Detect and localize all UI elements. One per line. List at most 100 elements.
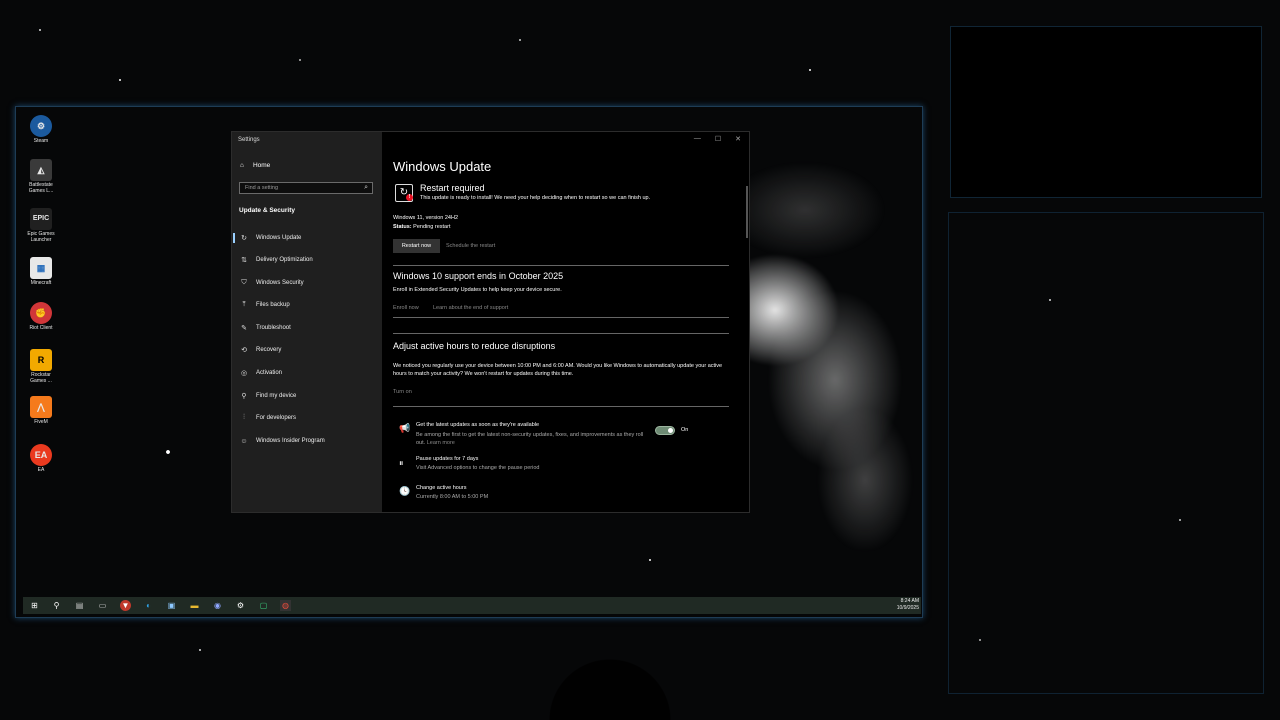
search-icon: ⌕ bbox=[364, 184, 368, 191]
desktop-icon-label: Steam bbox=[33, 138, 49, 144]
divider bbox=[393, 317, 729, 318]
shield-icon: ⛉ bbox=[241, 279, 247, 286]
file-explorer-pinned-icon[interactable]: ▭ bbox=[97, 600, 108, 611]
task-view-icon[interactable]: ▤ bbox=[74, 600, 85, 611]
desktop-icon-rockstar[interactable]: R Rockstar Games ... bbox=[24, 349, 58, 384]
desktop-icon-steam[interactable]: ⚙ Steam bbox=[24, 115, 58, 144]
sidebar-item-windows-insider[interactable]: ☺ Windows Insider Program bbox=[232, 433, 382, 449]
secondary-monitor-frame bbox=[948, 212, 1264, 694]
divider bbox=[393, 333, 729, 334]
minecraft-icon: ▦ bbox=[30, 257, 52, 279]
home-icon: ⌂ bbox=[240, 162, 244, 169]
latest-updates-toggle[interactable] bbox=[655, 426, 675, 435]
delivery-icon: ⇅ bbox=[241, 257, 247, 264]
change-active-hours-title[interactable]: Change active hours bbox=[416, 485, 466, 491]
sidebar-item-windows-security[interactable]: ⛉ Windows Security bbox=[232, 275, 382, 291]
divider bbox=[393, 265, 729, 266]
learn-end-support-link[interactable]: Learn about the end of support bbox=[433, 305, 508, 311]
sidebar-item-troubleshoot[interactable]: ✎ Troubleshoot bbox=[232, 320, 382, 336]
active-hours-description: We noticed you regularly use your device… bbox=[393, 363, 723, 377]
sidebar-item-recovery[interactable]: ⟲ Recovery bbox=[232, 342, 382, 358]
clock-date: 10/9/2025 bbox=[896, 605, 919, 611]
clock-time: 8:24 AM bbox=[900, 598, 919, 604]
epic-games-icon: EPIC bbox=[30, 208, 52, 230]
desktop-icon-riot[interactable]: ✊ Riot Client bbox=[24, 302, 58, 331]
desktop-icon-label: Riot Client bbox=[29, 325, 53, 331]
desktop-icon-label: EA bbox=[37, 467, 45, 473]
sidebar-item-label: Recovery bbox=[256, 347, 282, 353]
sidebar-item-for-developers[interactable]: ⫶ For developers bbox=[232, 410, 382, 426]
divider bbox=[393, 406, 729, 407]
enroll-now-link[interactable]: Enroll now bbox=[393, 305, 419, 311]
support-heading: Windows 10 support ends in October 2025 bbox=[393, 271, 564, 281]
sidebar-item-label: Windows Security bbox=[256, 280, 304, 286]
taskbar: ⊞ ⚲ ▤ ▭ ▼ ◐ ▣ ▬ ◉ ⚙ ▢ ◍ 8:24 AM 10/9/202… bbox=[23, 597, 921, 614]
desktop-icon-minecraft[interactable]: ▦ Minecraft bbox=[24, 257, 58, 286]
start-icon[interactable]: ⊞ bbox=[29, 600, 40, 611]
sidebar-item-label: For developers bbox=[256, 415, 297, 421]
desktop-icon-fivem[interactable]: ⋀ FiveM bbox=[24, 396, 58, 425]
section-title: Update & Security bbox=[239, 207, 295, 214]
change-active-hours-description: Currently 8:00 AM to 5:00 PM bbox=[416, 494, 489, 500]
active-hours-icon[interactable]: 🕓 bbox=[399, 486, 410, 497]
home-label: Home bbox=[252, 162, 271, 169]
megaphone-icon: 📢 bbox=[399, 423, 411, 433]
desktop-icon-label: Battlestate Games L... bbox=[28, 182, 54, 194]
wrench-icon: ✎ bbox=[241, 325, 247, 332]
search-icon[interactable]: ⚲ bbox=[51, 600, 62, 611]
active-app-icon[interactable]: ◍ bbox=[280, 600, 291, 611]
restart-description: This update is ready to install! We need… bbox=[420, 195, 651, 201]
desktop-icon-ea[interactable]: EA EA bbox=[24, 444, 58, 473]
latest-updates-title: Get the latest updates as soon as they'r… bbox=[416, 422, 540, 428]
page-title: Windows Update bbox=[393, 159, 492, 174]
secondary-monitor-preview bbox=[950, 26, 1262, 198]
active-indicator bbox=[233, 233, 235, 243]
sidebar-item-delivery-optimization[interactable]: ⇅ Delivery Optimization bbox=[232, 252, 382, 268]
search-placeholder: Find a setting bbox=[245, 185, 279, 191]
discord-icon[interactable]: ◉ bbox=[212, 600, 223, 611]
backup-icon: ⤒ bbox=[242, 301, 246, 308]
desktop-icon-battlestate[interactable]: ◭ Battlestate Games L... bbox=[24, 159, 58, 194]
scrollbar[interactable] bbox=[746, 186, 748, 238]
status-label: Status: bbox=[393, 224, 412, 230]
sidebar-item-label: Troubleshoot bbox=[256, 325, 291, 331]
desktop-icon-epic[interactable]: EPIC Epic Games Launcher bbox=[24, 208, 58, 243]
search-input[interactable]: Find a setting ⌕ bbox=[239, 182, 373, 194]
settings-icon[interactable]: ⚙ bbox=[235, 600, 246, 611]
sidebar-item-files-backup[interactable]: ⤒ Files backup bbox=[232, 297, 382, 313]
sidebar-item-windows-update[interactable]: ↻ Windows Update bbox=[232, 230, 382, 246]
clock[interactable]: 8:24 AM 10/9/2025 bbox=[897, 598, 919, 612]
schedule-restart-link[interactable]: Schedule the restart bbox=[446, 243, 495, 249]
edge-icon[interactable]: ◐ bbox=[143, 600, 154, 611]
sidebar-item-label: Windows Insider Program bbox=[256, 438, 325, 444]
ea-icon: EA bbox=[30, 444, 52, 466]
active-hours-heading: Adjust active hours to reduce disruption… bbox=[393, 341, 556, 351]
latest-updates-description: Be among the first to get the latest non… bbox=[416, 431, 652, 447]
sidebar-item-activation[interactable]: ◎ Activation bbox=[232, 365, 382, 381]
sidebar-item-label: Delivery Optimization bbox=[256, 257, 313, 263]
turn-on-link[interactable]: Turn on bbox=[393, 389, 412, 395]
restart-now-button[interactable]: Restart now bbox=[393, 239, 440, 253]
developer-icon: ⫶ bbox=[243, 414, 245, 421]
steam-icon: ⚙ bbox=[30, 115, 52, 137]
sidebar-item-label: Files backup bbox=[256, 302, 290, 308]
main-content: Windows Update ↻ ! Restart required This… bbox=[393, 132, 739, 512]
app-icon[interactable]: ▢ bbox=[258, 600, 269, 611]
store-icon[interactable]: ▣ bbox=[166, 600, 177, 611]
learn-more-link[interactable]: Learn more bbox=[427, 440, 455, 446]
desktop-icon-label: Minecraft bbox=[30, 280, 52, 286]
home-nav-item[interactable]: ⌂ Home bbox=[240, 162, 270, 169]
browser-icon[interactable]: ▼ bbox=[120, 600, 131, 611]
sidebar-item-find-my-device[interactable]: ⚲ Find my device bbox=[232, 388, 382, 404]
sidebar-item-label: Find my device bbox=[256, 393, 297, 399]
version-text: Windows 11, version 24H2 bbox=[393, 215, 459, 221]
folder-icon[interactable]: ▬ bbox=[189, 600, 200, 611]
person-location-icon: ⚲ bbox=[241, 393, 247, 400]
desktop-icon-label: FiveM bbox=[34, 419, 48, 425]
pause-updates-title[interactable]: Pause updates for 7 days bbox=[416, 456, 478, 462]
toggle-knob bbox=[668, 428, 673, 433]
support-description: Enroll in Extended Security Updates to h… bbox=[393, 287, 562, 293]
rockstar-icon: R bbox=[30, 349, 52, 371]
settings-window: Settings ⌂ Home Find a setting ⌕ Update … bbox=[231, 131, 750, 513]
pause-icon[interactable]: ⏸ bbox=[399, 458, 404, 469]
